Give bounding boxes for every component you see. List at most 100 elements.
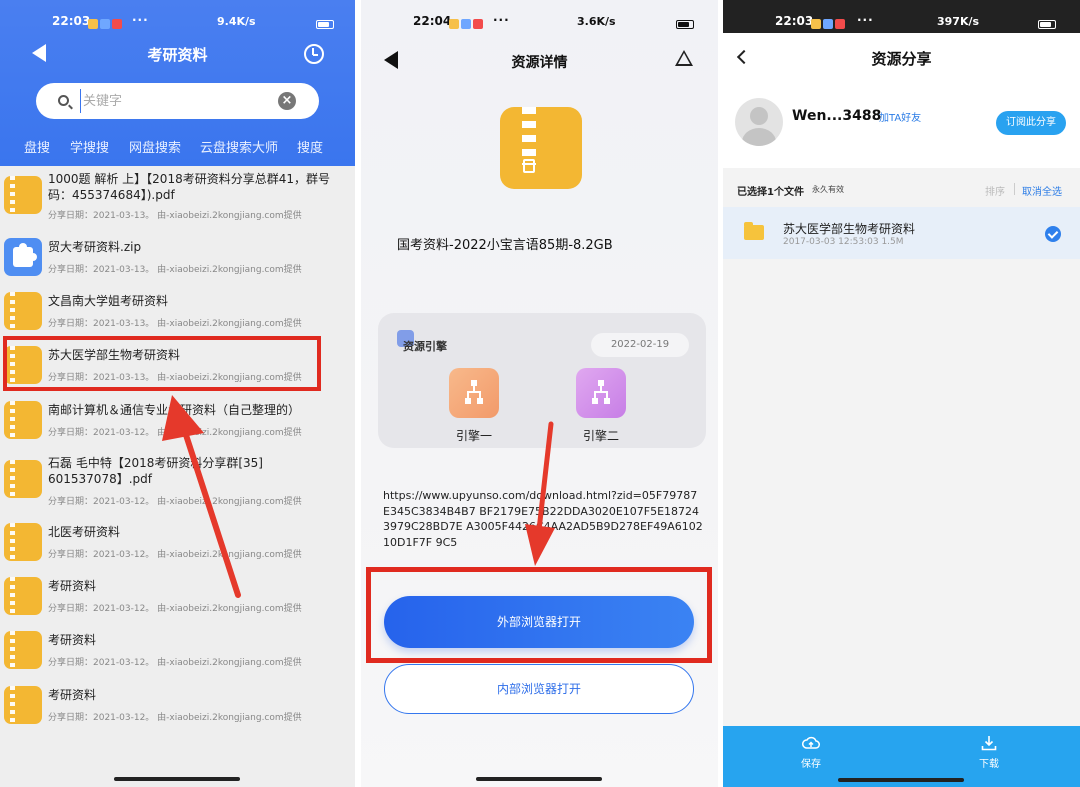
status-bar: 22:04 ··· 3.6K/s — [361, 13, 718, 34]
network-tree-icon — [592, 380, 610, 404]
cloud-upload-icon — [802, 736, 820, 749]
item-meta: 分享日期：2021-03-13。 由-xiaobeizi.2kongjiang.… — [48, 265, 302, 275]
status-bar: 22:03 ··· 9.4K/s — [0, 13, 355, 34]
network-tree-icon — [465, 380, 483, 404]
zip-file-icon — [4, 577, 42, 615]
tab-soudu[interactable]: 搜度 — [297, 137, 323, 156]
page-title: 资源分享 — [871, 50, 932, 68]
panel-resource-share: 22:03 ··· 397K/s 资源分享 Wen...3488 加TA好友 订… — [723, 0, 1080, 787]
zip-file-icon — [4, 686, 42, 724]
subscribe-button[interactable]: 订阅此分享 — [996, 111, 1066, 135]
list-item[interactable]: 考研资料 分享日期：2021-03-12。 由-xiaobeizi.2kongj… — [0, 684, 355, 738]
search-box: × — [36, 83, 319, 119]
cancel-select-all-button[interactable]: 取消全选 — [1022, 183, 1062, 198]
engine-one-button[interactable] — [449, 368, 499, 418]
search-engine-tabs: 盘搜 学搜搜 网盘搜索 云盘搜索大师 搜度 — [0, 137, 355, 156]
status-app-icons — [88, 16, 124, 30]
status-app-icons — [811, 16, 847, 30]
file-meta: 2017-03-03 12:53:03 1.5M — [783, 237, 904, 247]
tab-pansou[interactable]: 盘搜 — [24, 137, 50, 156]
zip-file-icon — [4, 292, 42, 330]
highlight-box — [3, 336, 321, 391]
sharer-name: Wen...3488 — [792, 108, 882, 124]
engine-one-label: 引擎一 — [456, 429, 493, 443]
tab-xuesousou[interactable]: 学搜搜 — [70, 137, 109, 156]
sharer-info: Wen...3488 加TA好友 订阅此分享 — [723, 88, 1080, 168]
file-row[interactable]: 苏大医学部生物考研资料 2017-03-03 12:53:03 1.5M — [723, 207, 1080, 259]
page-title: 考研资料 — [147, 46, 208, 64]
annotation-arrow-down — [525, 421, 555, 566]
list-item[interactable]: 1000题 解析 上】【2018考研资料分享总群41，群号码：455374684… — [0, 170, 355, 224]
item-meta: 分享日期：2021-03-13。 由-xiaobeizi.2kongjiang.… — [48, 211, 302, 221]
tab-yunpan-master[interactable]: 云盘搜索大师 — [200, 137, 278, 156]
report-warning-icon[interactable] — [675, 50, 693, 66]
item-meta: 分享日期：2021-03-12。 由-xiaobeizi.2kongjiang.… — [48, 713, 302, 723]
search-header: 22:03 ··· 9.4K/s 考研资料 × 盘搜 学搜搜 网盘搜索 云盘搜索… — [0, 0, 355, 166]
zip-file-icon — [4, 401, 42, 439]
list-item[interactable]: 贸大考研资料.zip 分享日期：2021-03-13。 由-xiaobeizi.… — [0, 236, 355, 290]
item-title: 贸大考研资料.zip — [48, 240, 142, 254]
engine-two-button[interactable] — [576, 368, 626, 418]
home-indicator — [114, 777, 240, 781]
status-net-speed: 9.4K/s — [217, 15, 256, 28]
download-icon — [981, 736, 997, 751]
status-more-dots: ··· — [493, 13, 510, 27]
engine-date: 2022-02-19 — [591, 333, 689, 357]
status-more-dots: ··· — [132, 13, 149, 27]
panel-resource-detail: 22:04 ··· 3.6K/s 资源详情 国考资料-2022小宝言语85期-8… — [361, 0, 718, 787]
selected-count: 已选择1个文件 — [737, 187, 804, 198]
item-title: 考研资料 — [48, 633, 97, 647]
divider — [1014, 183, 1015, 195]
status-net-speed: 3.6K/s — [577, 15, 616, 28]
bottom-action-bar: 保存 下载 — [723, 726, 1080, 787]
zip-file-icon — [500, 107, 582, 189]
panel-search-results: 22:03 ··· 9.4K/s 考研资料 × 盘搜 学搜搜 网盘搜索 云盘搜索… — [0, 0, 355, 787]
avatar[interactable] — [735, 98, 783, 146]
tab-wangpan-search[interactable]: 网盘搜索 — [129, 137, 181, 156]
history-clock-icon[interactable] — [304, 44, 324, 64]
download-label: 下载 — [979, 759, 999, 770]
resource-name: 国考资料-2022小宝言语85期-8.2GB — [397, 238, 613, 253]
item-meta: 分享日期：2021-03-13。 由-xiaobeizi.2kongjiang.… — [48, 319, 302, 329]
home-indicator — [838, 778, 964, 782]
home-indicator — [476, 777, 602, 781]
checkbox-checked-icon[interactable] — [1045, 226, 1061, 242]
zip-file-icon — [4, 523, 42, 561]
add-friend-link[interactable]: 加TA好友 — [879, 109, 921, 124]
battery-icon — [1038, 17, 1056, 31]
save-button[interactable]: 保存 — [781, 734, 841, 770]
search-input[interactable] — [80, 89, 270, 113]
sort-button[interactable]: 排序 — [985, 183, 1005, 198]
item-title: 考研资料 — [48, 688, 97, 702]
battery-icon — [676, 17, 694, 31]
page-title: 资源详情 — [511, 55, 568, 71]
status-bar: 22:03 ··· 397K/s — [723, 13, 1080, 34]
item-title: 1000题 解析 上】【2018考研资料分享总群41，群号码：455374684… — [48, 172, 330, 202]
share-header: 22:03 ··· 397K/s 资源分享 — [723, 0, 1080, 88]
battery-icon — [316, 17, 334, 31]
download-button[interactable]: 下载 — [959, 734, 1019, 770]
save-label: 保存 — [801, 759, 821, 770]
status-more-dots: ··· — [857, 13, 874, 27]
search-icon — [58, 95, 69, 106]
clear-icon[interactable]: × — [278, 92, 296, 110]
status-net-speed: 397K/s — [937, 15, 980, 28]
validity-label: 永久有效 — [812, 185, 844, 194]
item-title: 文昌南大学姐考研资料 — [48, 294, 169, 308]
status-time: 22:03 — [775, 14, 814, 28]
highlight-box — [366, 567, 712, 663]
open-internal-browser-button[interactable]: 内部浏览器打开 — [384, 664, 694, 714]
zip-file-icon — [4, 176, 42, 214]
selection-bar: 已选择1个文件 永久有效 排序 取消全选 — [723, 168, 1080, 206]
engine-label: 资源引擎 — [403, 340, 447, 353]
status-time: 22:03 — [52, 14, 91, 28]
file-name: 苏大医学部生物考研资料 — [783, 222, 916, 236]
zip-file-icon — [4, 460, 42, 498]
zip-file-icon — [4, 631, 42, 669]
item-meta: 分享日期：2021-03-12。 由-xiaobeizi.2kongjiang.… — [48, 658, 302, 668]
puzzle-file-icon — [4, 238, 42, 276]
list-item[interactable]: 考研资料 分享日期：2021-03-12。 由-xiaobeizi.2kongj… — [0, 629, 355, 683]
folder-icon — [744, 222, 764, 240]
status-app-icons — [449, 16, 485, 30]
status-time: 22:04 — [413, 14, 452, 28]
